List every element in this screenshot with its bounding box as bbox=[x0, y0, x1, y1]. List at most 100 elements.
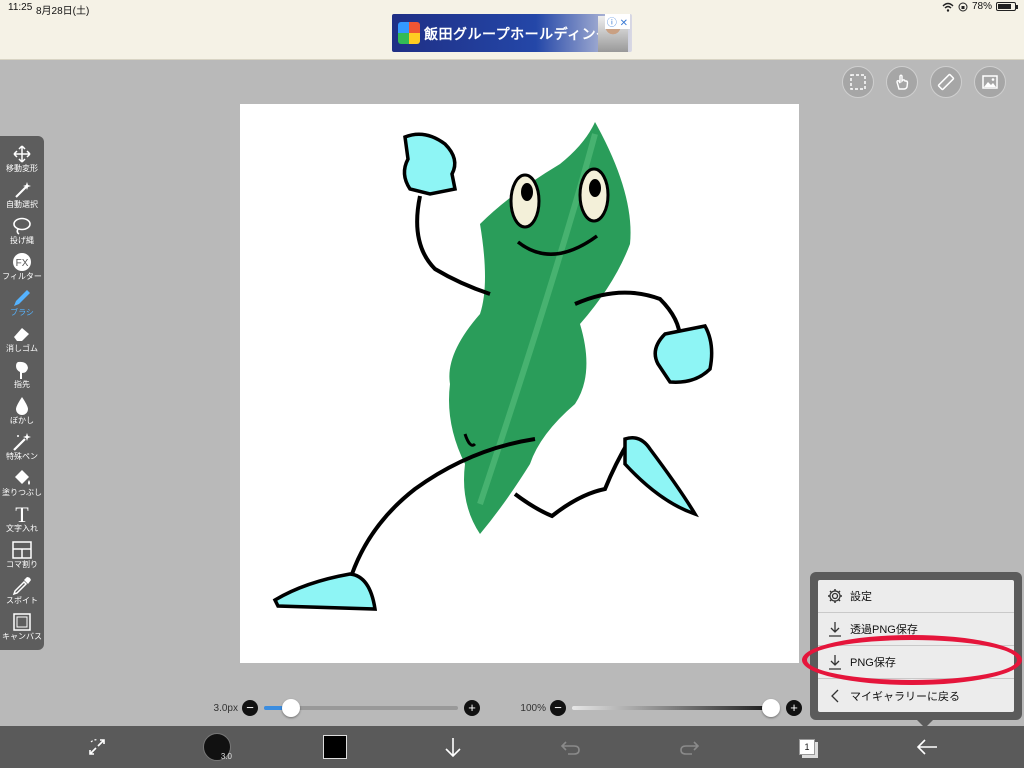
battery-percent: 78% bbox=[971, 1, 992, 12]
text-icon: T bbox=[15, 504, 29, 524]
selection-icon bbox=[850, 74, 866, 90]
tool-label: 特殊ペン bbox=[6, 452, 38, 461]
tool-label: フィルター bbox=[2, 272, 42, 281]
menu-item-settings[interactable]: 設定 bbox=[818, 580, 1014, 613]
opacity-decrease-button[interactable]: − bbox=[550, 700, 566, 716]
tool-label: 塗りつぶし bbox=[1, 488, 43, 497]
image-button[interactable] bbox=[974, 66, 1006, 98]
ad-close-button[interactable]: ⓘ ✕ bbox=[604, 14, 630, 29]
leaf-character-drawing bbox=[272, 122, 714, 611]
size-track-fill bbox=[264, 706, 284, 710]
tool-frame[interactable]: コマ割り bbox=[0, 540, 44, 576]
tool-label: ぼかし bbox=[10, 416, 34, 425]
battery-icon bbox=[996, 2, 1018, 11]
fill-icon bbox=[15, 470, 30, 485]
drawing-canvas[interactable] bbox=[240, 104, 799, 663]
ad-banner[interactable]: 飯田グループホールディングス ⓘ ✕ bbox=[392, 14, 632, 52]
tool-label: 移動変形 bbox=[6, 164, 38, 173]
tool-brush[interactable]: ブラシ bbox=[0, 288, 44, 324]
tool-filter[interactable]: FX フィルター bbox=[0, 252, 44, 288]
tool-label: スポイト bbox=[6, 596, 38, 605]
rotate-swap-icon bbox=[89, 739, 105, 755]
undo-button[interactable] bbox=[558, 726, 584, 768]
orientation-lock-icon bbox=[958, 2, 968, 11]
arrow-down-icon bbox=[445, 738, 461, 758]
fx-icon: FX bbox=[13, 253, 31, 271]
tool-label: キャンバス bbox=[2, 632, 42, 641]
tool-move[interactable]: 移動変形 bbox=[0, 144, 44, 180]
ad-logo bbox=[398, 22, 420, 44]
svg-text:FX: FX bbox=[16, 258, 29, 269]
tool-blur[interactable]: ぼかし bbox=[0, 396, 44, 432]
lasso-icon bbox=[13, 217, 31, 235]
status-time: 11:25 bbox=[8, 2, 33, 13]
download-button[interactable] bbox=[440, 726, 466, 768]
tool-label: 投げ縄 bbox=[10, 236, 34, 245]
brush-size-badge: 3.0 bbox=[220, 752, 232, 761]
special-pen-icon bbox=[13, 433, 31, 451]
status-date: 8月28日(土) bbox=[36, 6, 90, 17]
tool-eyedropper[interactable]: スポイト bbox=[0, 576, 44, 612]
opacity-slider-thumb[interactable] bbox=[762, 699, 780, 717]
svg-text:T: T bbox=[15, 504, 29, 524]
tool-label: 消しゴム bbox=[6, 344, 38, 353]
layer-count: 1 bbox=[799, 739, 815, 755]
finger-icon bbox=[16, 361, 28, 379]
tool-label: コマ割り bbox=[6, 560, 38, 569]
redo-icon bbox=[680, 741, 700, 755]
brush-size-slider: 3.0px − + bbox=[208, 699, 480, 717]
layers-button[interactable]: 1 bbox=[794, 726, 820, 768]
gear-icon bbox=[828, 589, 842, 603]
blur-icon bbox=[16, 397, 28, 415]
opacity-value: 100% bbox=[520, 702, 546, 714]
tool-magic-wand[interactable]: 自動選択 bbox=[0, 180, 44, 216]
tool-canvas[interactable]: キャンバス bbox=[0, 612, 44, 648]
redo-button[interactable] bbox=[676, 726, 702, 768]
ruler-icon bbox=[937, 73, 955, 91]
opacity-increase-button[interactable]: + bbox=[786, 700, 802, 716]
tool-label: 自動選択 bbox=[6, 200, 38, 209]
opacity-slider: 100% − + bbox=[516, 699, 802, 717]
menu-item-label: マイギャラリーに戻る bbox=[850, 690, 960, 703]
brush-preview: 3.0 bbox=[203, 733, 232, 761]
tool-fill[interactable]: 塗りつぶし bbox=[0, 468, 44, 504]
size-decrease-button[interactable]: − bbox=[242, 700, 258, 716]
brush-size-value: 3.0px bbox=[213, 702, 238, 714]
red-highlight-ellipse bbox=[802, 635, 1022, 685]
size-track[interactable] bbox=[264, 699, 458, 717]
hand-button[interactable] bbox=[886, 66, 918, 98]
tool-lasso[interactable]: 投げ縄 bbox=[0, 216, 44, 252]
tool-eraser[interactable]: 消しゴム bbox=[0, 324, 44, 360]
image-icon bbox=[982, 75, 998, 89]
opacity-track[interactable] bbox=[572, 699, 780, 717]
bottom-bar: 3.0 1 bbox=[0, 726, 1024, 768]
tool-label: ブラシ bbox=[10, 308, 34, 317]
menu-item-label: 設定 bbox=[850, 591, 872, 603]
download-icon bbox=[829, 622, 841, 637]
ruler-button[interactable] bbox=[930, 66, 962, 98]
tool-finger[interactable]: 指先 bbox=[0, 360, 44, 396]
size-increase-button[interactable]: + bbox=[464, 700, 480, 716]
back-button[interactable] bbox=[912, 726, 942, 768]
undo-icon bbox=[560, 741, 580, 755]
transform-button[interactable] bbox=[82, 726, 112, 768]
status-indicators: 78% bbox=[942, 1, 1018, 12]
color-button[interactable] bbox=[322, 726, 348, 768]
chevron-left-icon bbox=[831, 689, 839, 702]
size-slider-thumb[interactable] bbox=[281, 699, 300, 717]
eraser-icon bbox=[14, 328, 29, 341]
tool-text[interactable]: T 文字入れ bbox=[0, 504, 44, 540]
ad-text: 飯田グループホールディングス bbox=[424, 26, 626, 42]
brush-size-button[interactable]: 3.0 bbox=[202, 726, 232, 768]
hand-icon bbox=[896, 74, 909, 90]
brush-icon bbox=[14, 290, 30, 306]
wifi-icon bbox=[942, 2, 954, 12]
tool-special-pen[interactable]: 特殊ペン bbox=[0, 432, 44, 468]
selection-button[interactable] bbox=[842, 66, 874, 98]
top-tools bbox=[842, 66, 1006, 98]
eyedropper-icon bbox=[12, 577, 31, 596]
frame-icon bbox=[12, 541, 32, 559]
current-color-swatch bbox=[323, 735, 347, 759]
top-bar: 11:25 8月28日(土) 78% 飯田グループホールディングス ⓘ ✕ bbox=[0, 0, 1024, 60]
magic-wand-icon bbox=[15, 182, 31, 198]
